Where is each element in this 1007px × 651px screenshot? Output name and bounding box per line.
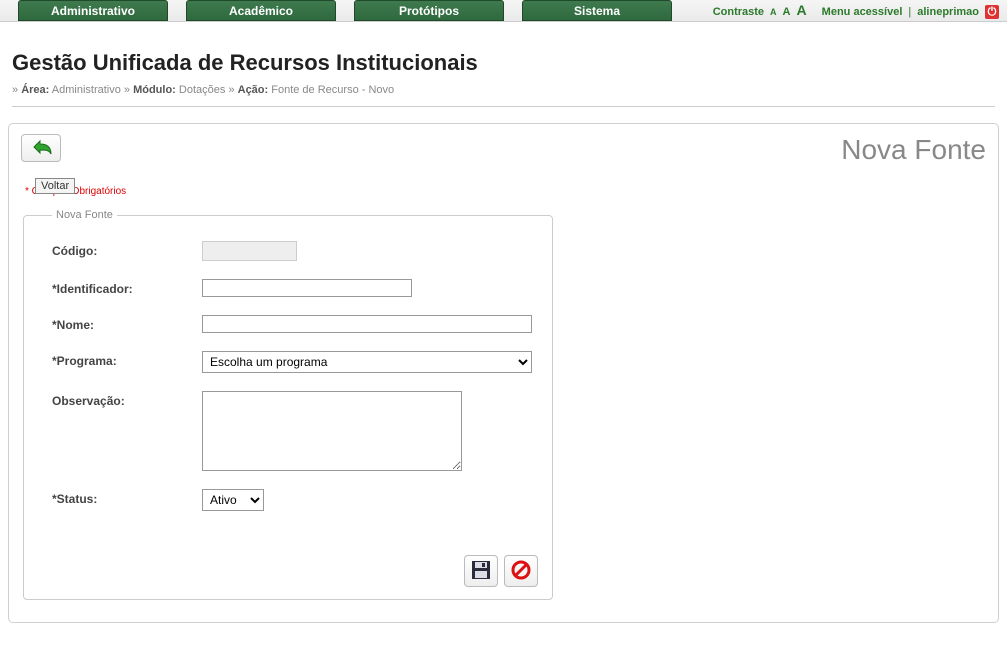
undo-arrow-icon — [28, 138, 54, 159]
user-name-link[interactable]: alineprimao — [917, 6, 979, 18]
status-label: *Status: — [52, 489, 202, 506]
font-size-small-link[interactable]: A — [770, 7, 777, 17]
nav-academico[interactable]: Acadêmico — [186, 0, 336, 21]
prohibited-icon — [511, 560, 531, 583]
breadcrumb: » Área: Administrativo » Módulo: Dotaçõe… — [12, 84, 995, 107]
contrast-link[interactable]: Contraste — [713, 6, 764, 18]
nova-fonte-form: Nova Fonte Código: *Identificador: *Nome… — [23, 209, 553, 600]
accessible-menu-link[interactable]: Menu acessível — [822, 6, 903, 18]
nav-prototipos[interactable]: Protótipos — [354, 0, 504, 21]
cancel-button[interactable] — [504, 555, 538, 587]
back-tooltip: Voltar — [35, 178, 75, 194]
top-right-tools: Contraste A A A Menu acessível | alinepr… — [713, 2, 999, 20]
panel-title: Nova Fonte — [841, 134, 986, 166]
identificador-field[interactable] — [202, 279, 412, 297]
font-size-large-link[interactable]: A — [796, 2, 806, 18]
separator: | — [908, 6, 911, 18]
page-title: Gestão Unificada de Recursos Institucion… — [12, 50, 995, 76]
nome-field[interactable] — [202, 315, 532, 333]
programa-select[interactable]: Escolha um programa — [202, 351, 532, 373]
font-size-medium-link[interactable]: A — [783, 6, 791, 18]
save-button[interactable] — [464, 555, 498, 587]
codigo-field — [202, 241, 297, 261]
floppy-disk-icon — [471, 560, 491, 583]
content-panel: Voltar * Campos Obrigatórios Nova Fonte … — [8, 123, 999, 623]
observacao-field[interactable] — [202, 391, 462, 471]
top-nav: Administrativo Acadêmico Protótipos Sist… — [0, 0, 1007, 22]
codigo-label: Código: — [52, 241, 202, 258]
form-legend: Nova Fonte — [52, 209, 117, 221]
nav-administrativo[interactable]: Administrativo — [18, 0, 168, 21]
logout-icon[interactable]: ⏻ — [985, 5, 999, 19]
status-select[interactable]: Ativo — [202, 489, 264, 511]
identificador-label: *Identificador: — [52, 279, 202, 296]
nav-sistema[interactable]: Sistema — [522, 0, 672, 21]
back-button[interactable] — [21, 134, 61, 162]
nome-label: *Nome: — [52, 315, 202, 332]
programa-label: *Programa: — [52, 351, 202, 368]
observacao-label: Observação: — [52, 391, 202, 408]
